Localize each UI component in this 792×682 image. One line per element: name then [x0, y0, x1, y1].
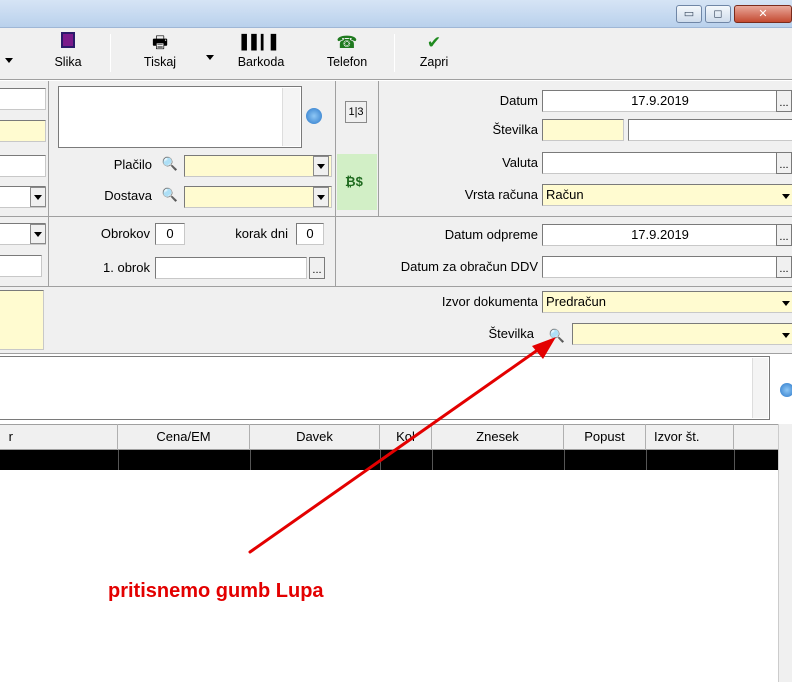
annotation-text: pritisnemo gumb Lupa	[108, 580, 324, 602]
